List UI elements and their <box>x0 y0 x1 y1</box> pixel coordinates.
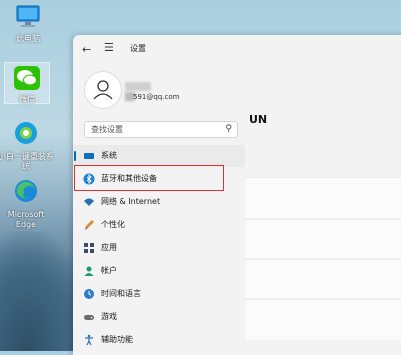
content-card[interactable] <box>245 259 401 298</box>
search-icon: ⚲ <box>225 124 232 134</box>
sidebar-item-label: 游戏 <box>101 312 117 321</box>
desktop-icon-label: 微信 <box>19 95 35 104</box>
sidebar-item-network[interactable]: 网络 & Internet <box>73 191 245 213</box>
highlight-annotation <box>74 165 224 191</box>
avatar[interactable] <box>84 71 122 109</box>
content-panel <box>245 145 401 355</box>
desktop-icon-label: 小白一键重装系统 <box>0 152 54 171</box>
sidebar-item-time-language[interactable]: 时间和语言 <box>73 283 245 305</box>
content-card[interactable] <box>245 299 401 340</box>
sidebar-item-label: 帐户 <box>101 266 117 275</box>
page-heading: UN <box>249 113 268 126</box>
gamepad-icon <box>84 315 94 320</box>
back-arrow-icon[interactable]: ← <box>82 43 91 56</box>
desktop-icon-xiaobai[interactable]: 小白一键重装系统 <box>0 120 54 172</box>
computer-icon <box>16 5 40 27</box>
app-icon <box>15 122 37 144</box>
sidebar-item-accounts[interactable]: 帐户 <box>73 260 245 282</box>
desktop-icon-edge[interactable]: Microsoft Edge <box>0 178 54 230</box>
desktop-icon-wechat[interactable]: 微信 <box>4 62 50 104</box>
desktop-icon-this-pc[interactable]: 此电脑 <box>0 4 56 44</box>
content-card[interactable] <box>245 219 401 258</box>
sidebar-item-label: 网络 & Internet <box>101 197 161 206</box>
username-redacted <box>125 82 151 91</box>
settings-window: ← ☰ 设置 591@qq.com 查找设置 ⚲ UN 系统 蓝牙和其他设备 网… <box>73 35 401 355</box>
window-title: 设置 <box>130 44 146 53</box>
content-card[interactable] <box>245 177 401 218</box>
person-icon <box>84 266 94 276</box>
sidebar-item-label: 时间和语言 <box>101 289 141 298</box>
brush-icon <box>85 220 94 230</box>
sidebar-item-apps[interactable]: 应用 <box>73 237 245 259</box>
edge-icon <box>15 180 37 202</box>
sidebar-item-label: 辅助功能 <box>101 335 133 344</box>
sidebar-item-gaming[interactable]: 游戏 <box>73 306 245 328</box>
sidebar-item-personalization[interactable]: 个性化 <box>73 214 245 236</box>
search-placeholder: 查找设置 <box>91 125 123 134</box>
wechat-icon <box>14 66 40 90</box>
person-icon <box>93 80 113 100</box>
sidebar-item-label: 系统 <box>101 151 117 160</box>
globe-clock-icon <box>84 289 94 299</box>
account-email: 591@qq.com <box>133 93 180 101</box>
wifi-icon <box>84 198 94 206</box>
title-bar: ← ☰ 设置 <box>73 35 401 63</box>
display-icon <box>84 153 94 159</box>
hamburger-menu-icon[interactable]: ☰ <box>104 41 114 54</box>
search-input[interactable]: 查找设置 ⚲ <box>84 121 238 138</box>
sidebar-item-system[interactable]: 系统 <box>73 145 245 167</box>
sidebar-item-accessibility[interactable]: 辅助功能 <box>73 329 245 351</box>
accessibility-icon <box>85 334 93 346</box>
sidebar-item-label: 个性化 <box>101 220 125 229</box>
apps-icon <box>84 243 94 253</box>
sidebar-item-label: 应用 <box>101 243 117 252</box>
desktop-icon-label: Microsoft Edge <box>7 210 45 229</box>
desktop-icon-label: 此电脑 <box>16 34 40 43</box>
